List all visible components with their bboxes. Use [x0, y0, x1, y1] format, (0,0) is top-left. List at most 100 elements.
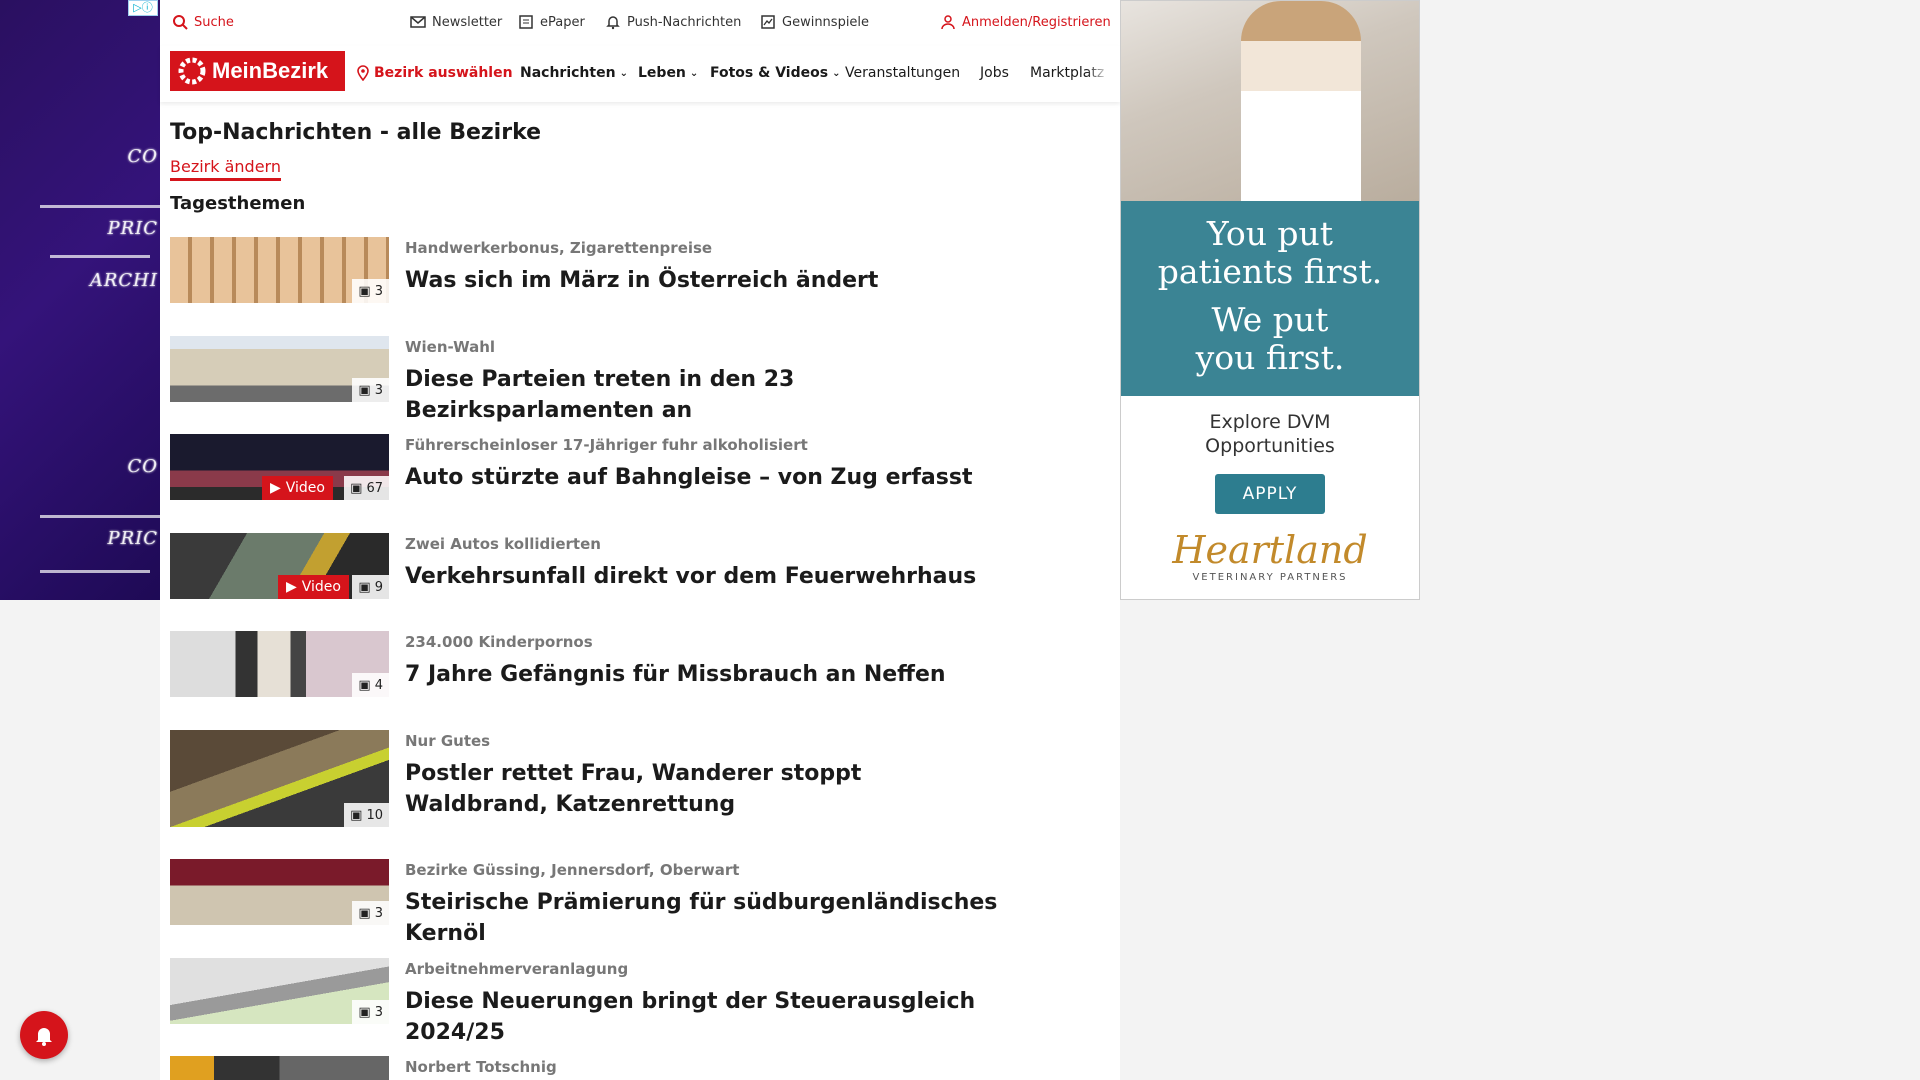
nav-item-photos-videos[interactable]: Fotos & Videos ⌄ — [710, 65, 840, 81]
article-item[interactable]: ▣ 3 Bezirke Güssing, Jennersdorf, Oberwar… — [170, 859, 1045, 949]
article-headline[interactable]: Was sich im März in Österreich ändert — [405, 265, 1005, 296]
article-headline[interactable]: Verkehrsunfall direkt vor dem Feuerwehrh… — [405, 561, 1005, 592]
skin-glitch-line — [40, 205, 160, 208]
article-item[interactable]: ▣ 3 Wien-Wahl Diese Parteien treten in de… — [170, 336, 1005, 426]
ad-apply-button[interactable]: APPLY — [1215, 474, 1325, 514]
nav-item-jobs[interactable]: Jobs — [980, 65, 1009, 81]
adchoices-icon[interactable]: ▷ⓘ — [128, 0, 158, 16]
chevron-down-icon: ⌄ — [689, 67, 699, 79]
camera-icon: ▣ — [358, 283, 371, 299]
page-title: Top-Nachrichten - alle Bezirke — [170, 120, 542, 145]
photo-count: 10 — [366, 807, 383, 823]
article-headline[interactable]: 7 Jahre Gefängnis für Missbrauch an Neff… — [405, 659, 1005, 690]
article-thumbnail — [170, 1056, 389, 1080]
article-kicker: Zwei Autos kollidierten — [405, 535, 601, 553]
article-thumbnail: ▣ 3 — [170, 958, 389, 1024]
article-item[interactable]: ▣ 3 Arbeitnehmerveranlagung Diese Neuerun… — [170, 958, 1005, 1048]
change-district-link[interactable]: Bezirk ändern — [170, 157, 281, 181]
right-ad-banner[interactable]: ▷ⓘ You put patients first. We put you fi… — [1120, 0, 1420, 600]
login-label: Anmelden/Registrieren — [962, 14, 1111, 30]
ad-line-2: patients first. — [1157, 252, 1383, 291]
main-column: Suche Newsletter ePaper Push-Nachrichten… — [160, 0, 1120, 1080]
article-item[interactable]: ▶ Video ▣ 67 Führerscheinloser 17-Jähriger… — [170, 434, 1005, 500]
article-item[interactable]: ▣ 10 Nur Gutes Postler rettet Frau, Wande… — [170, 730, 1005, 827]
article-thumbnail: ▣ 3 — [170, 859, 389, 925]
district-select[interactable]: Bezirk auswählen — [356, 65, 513, 81]
article-headline[interactable]: Auto stürzte auf Bahngleise – von Zug er… — [405, 462, 1005, 493]
photo-count: 3 — [374, 382, 383, 398]
video-label: Video — [285, 480, 325, 496]
mail-icon — [410, 16, 426, 28]
nav-item-events[interactable]: Veranstaltungen — [845, 65, 960, 81]
article-headline[interactable]: Diese Parteien treten in den 23 Bezirksp… — [405, 364, 1005, 426]
article-thumbnail: ▶ Video ▣ 67 — [170, 434, 389, 500]
camera-icon: ▣ — [358, 677, 371, 693]
chevron-down-icon: ⌄ — [832, 67, 841, 79]
skin-text-co: CO — [127, 146, 158, 167]
skin-text-co-2: CO — [127, 456, 158, 477]
games-label: Gewinnspiele — [782, 14, 870, 30]
nav-item-life[interactable]: Leben ⌄ — [638, 65, 698, 81]
article-headline[interactable]: Postler rettet Frau, Wanderer stoppt Wal… — [405, 758, 1005, 820]
search-label: Suche — [194, 14, 234, 30]
photo-count-badge: ▣ 3 — [352, 279, 389, 303]
epaper-link[interactable]: ePaper — [518, 14, 585, 30]
article-thumbnail: ▣ 3 — [170, 237, 389, 303]
search-icon — [173, 15, 188, 30]
camera-icon: ▣ — [350, 480, 363, 496]
article-headline[interactable]: Steirische Prämierung für südburgenländi… — [405, 887, 1045, 949]
newsletter-link[interactable]: Newsletter — [410, 14, 502, 30]
skin-glitch-line — [40, 515, 160, 518]
ad-photo-figure — [1241, 1, 1361, 201]
ad-explore-line-2: Opportunities — [1205, 435, 1335, 457]
photo-count-badge: ▣ 3 — [352, 1000, 389, 1024]
article-kicker: Handwerkerbonus, Zigarettenpreise — [405, 239, 713, 257]
photo-count: 4 — [374, 677, 383, 693]
photo-count-badge: ▣ 3 — [352, 378, 389, 402]
camera-icon: ▣ — [358, 579, 371, 595]
article-kicker: Wien-Wahl — [405, 338, 496, 356]
search-link[interactable]: Suche — [172, 14, 234, 30]
video-badge: ▶ Video — [261, 476, 333, 500]
site-logo[interactable]: MeinBezirk — [170, 51, 345, 91]
article-item[interactable]: ▶ Video ▣ 9 Zwei Autos kollidierten Verkeh… — [170, 533, 1005, 599]
games-link[interactable]: Gewinnspiele — [760, 14, 869, 30]
section-title: Tagesthemen — [170, 193, 306, 214]
skin-glitch-line — [40, 570, 150, 573]
push-label: Push-Nachrichten — [627, 14, 742, 30]
left-ad-skin[interactable]: ▷ⓘ CO PRIC ARCHI CO PRIC — [0, 0, 160, 600]
photo-count: 3 — [374, 283, 383, 299]
nav-item-marketplace[interactable]: Marktplatz — [1030, 65, 1110, 81]
photo-count-badge: ▣ 4 — [352, 673, 389, 697]
user-icon — [941, 15, 955, 30]
nav-market-label: Marktplatz — [1030, 65, 1105, 81]
push-notification-button[interactable] — [20, 1011, 68, 1059]
article-kicker: Führerscheinloser 17-Jähriger fuhr alkoh… — [405, 436, 808, 454]
nav-photos-label: Fotos & Videos — [710, 65, 829, 81]
article-thumbnail: ▣ 3 — [170, 336, 389, 402]
article-kicker: Nur Gutes — [405, 732, 491, 750]
ad-explore-line-1: Explore DVM — [1209, 411, 1331, 433]
main-nav: MeinBezirk Bezirk auswählen Nachrichten ⌄… — [160, 46, 1120, 102]
article-item[interactable]: Norbert Totschnig — [170, 1056, 557, 1080]
nav-item-news[interactable]: Nachrichten ⌄ — [520, 65, 628, 81]
article-kicker: Bezirke Güssing, Jennersdorf, Oberwart — [405, 861, 740, 879]
article-item[interactable]: ▣ 4 234.000 Kinderpornos 7 Jahre Gefängni… — [170, 631, 1005, 697]
photo-count: 3 — [374, 905, 383, 921]
newsletter-label: Newsletter — [432, 14, 503, 30]
photo-count: 67 — [366, 480, 383, 496]
push-link[interactable]: Push-Nachrichten — [605, 14, 741, 30]
article-item[interactable]: ▣ 3 Handwerkerbonus, Zigarettenpreise Was… — [170, 237, 1005, 303]
photo-count-badge: ▣ 3 — [352, 901, 389, 925]
ad-brand-subtitle: VETERINARY PARTNERS — [1192, 572, 1348, 583]
district-select-label: Bezirk auswählen — [374, 65, 513, 81]
play-circle-icon: ▶ — [269, 480, 281, 496]
login-link[interactable]: Anmelden/Registrieren — [940, 14, 1111, 30]
camera-icon: ▣ — [358, 1004, 371, 1020]
ad-line-3: We put — [1211, 300, 1329, 339]
article-kicker: Norbert Totschnig — [405, 1058, 557, 1076]
camera-icon: ▣ — [358, 382, 371, 398]
video-label: Video — [301, 579, 341, 595]
top-bar: Suche Newsletter ePaper Push-Nachrichten… — [160, 0, 1120, 46]
article-headline[interactable]: Diese Neuerungen bringt der Steuerausgle… — [405, 986, 1005, 1048]
